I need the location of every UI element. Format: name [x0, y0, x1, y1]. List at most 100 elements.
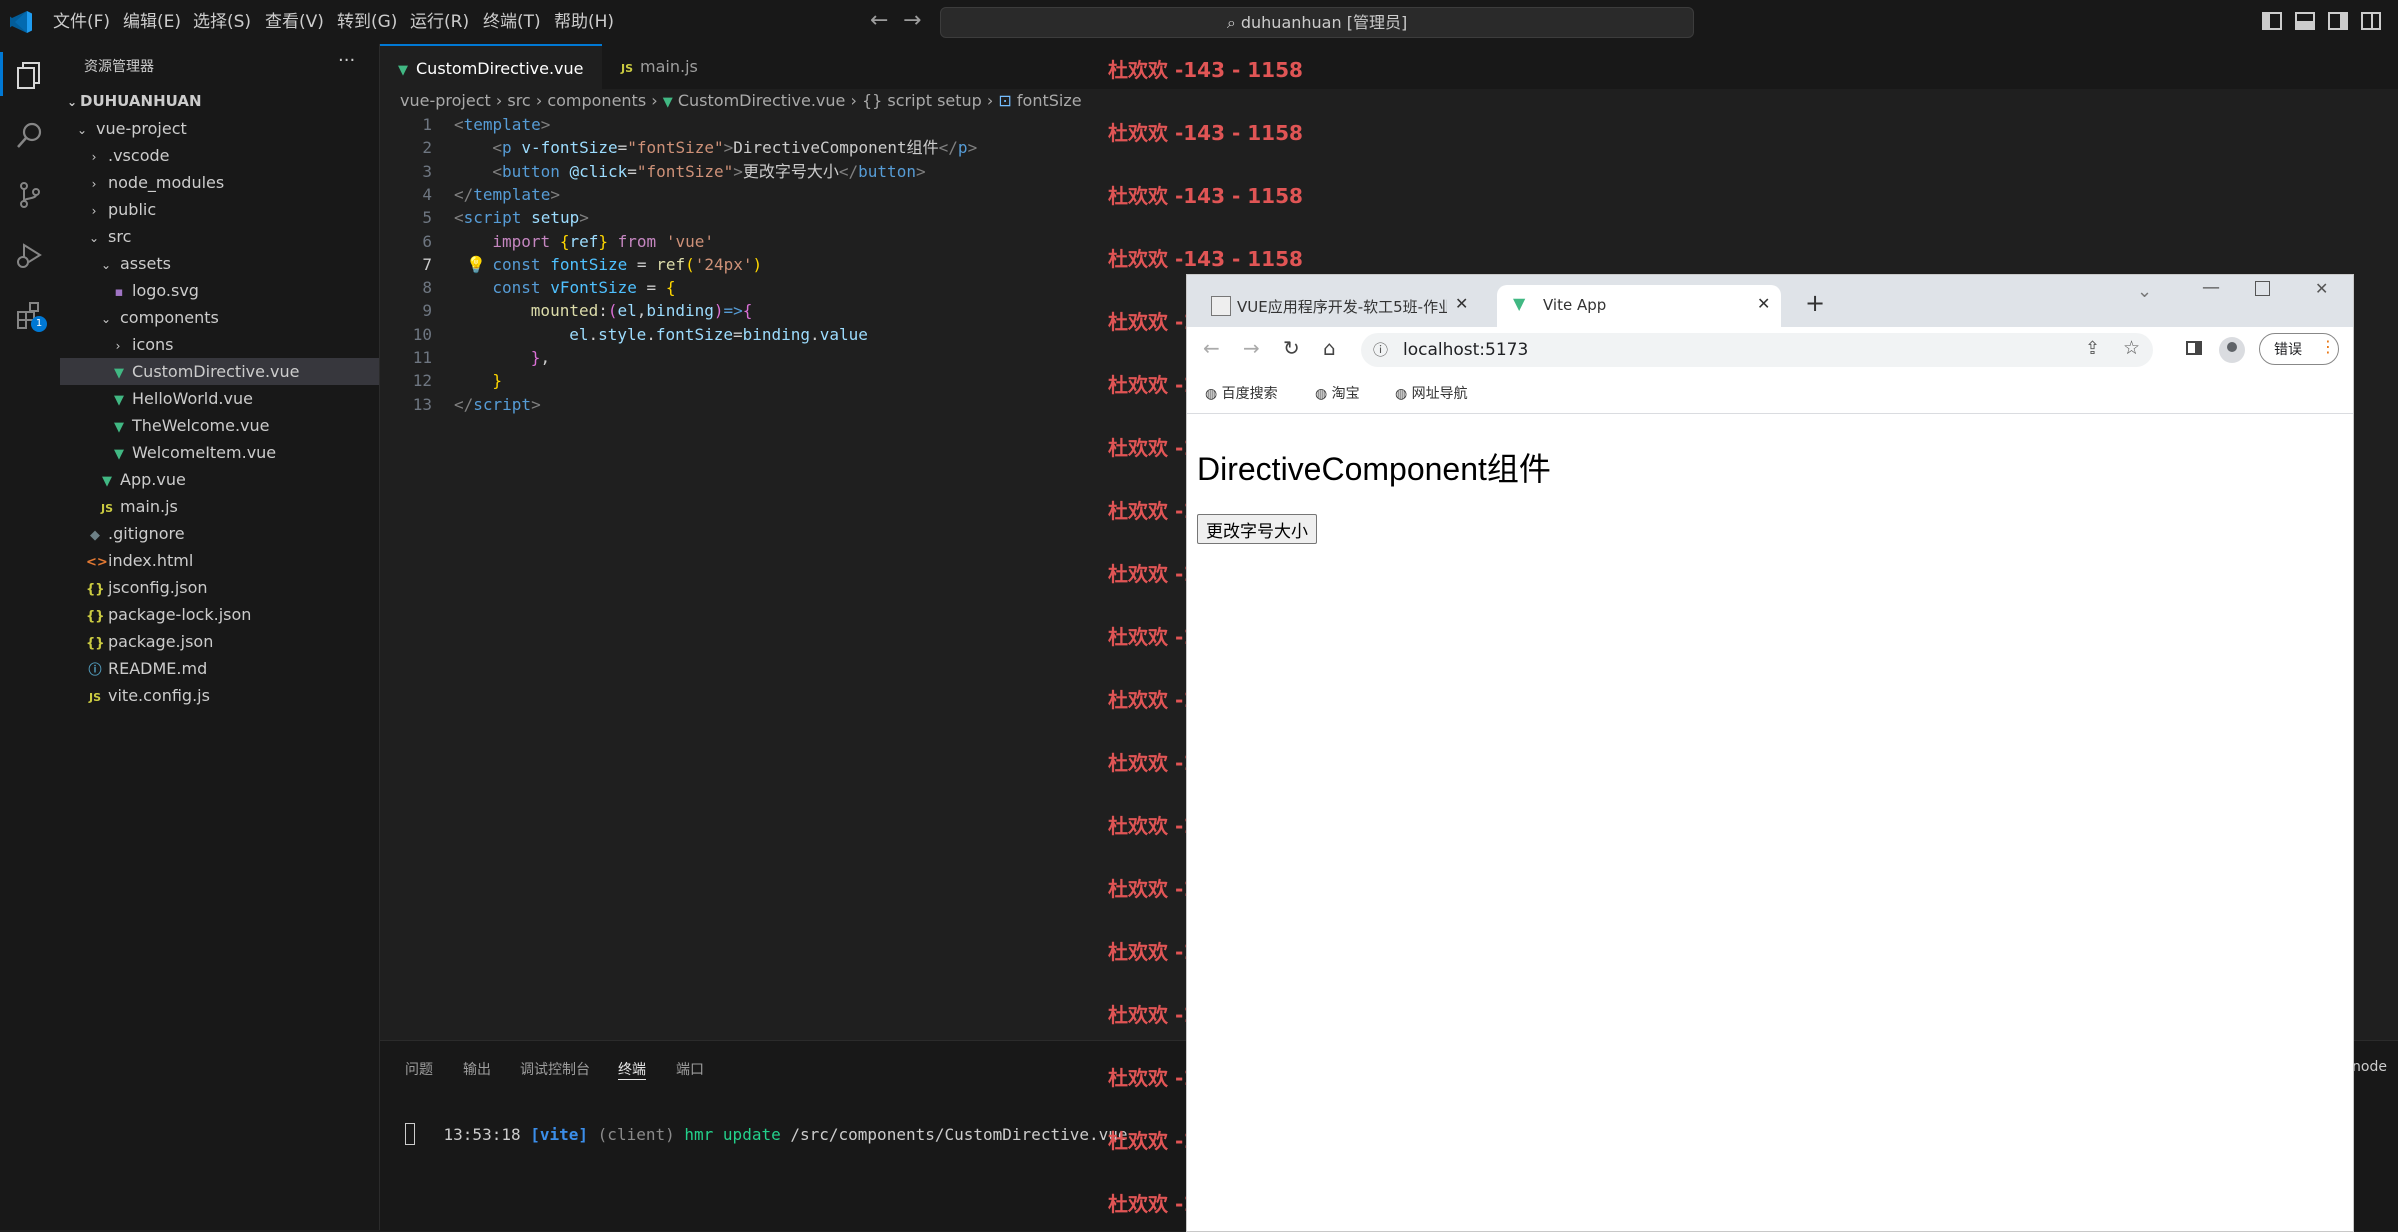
tree-item[interactable]: ⌄ src — [60, 223, 379, 250]
browser-tab-active[interactable]: ▼ Vite App ✕ — [1497, 285, 1781, 327]
tab-debug-console[interactable]: 调试控制台 — [520, 1059, 590, 1079]
toggle-panel-icon[interactable] — [2295, 12, 2315, 30]
globe-icon: ◍ — [1315, 386, 1332, 402]
tree-item[interactable]: › public — [60, 196, 379, 223]
tree-item-label: .vscode — [108, 146, 170, 165]
tree-item[interactable]: {} package-lock.json — [60, 601, 379, 628]
back-arrow-icon[interactable]: ← — [870, 8, 888, 33]
address-bar[interactable]: ⓘ localhost:5173 ⇪ ☆ — [1361, 333, 2153, 367]
breadcrumb-item[interactable]: components — [547, 91, 646, 110]
breadcrumb-item[interactable]: CustomDirective.vue — [678, 91, 846, 110]
menu-selection[interactable]: 选择(S) — [193, 0, 251, 44]
tab-ports[interactable]: 端口 — [676, 1059, 704, 1079]
tree-item[interactable]: ▪ logo.svg — [60, 277, 379, 304]
breadcrumb-item[interactable]: src — [507, 91, 530, 110]
tree-item-label: package.json — [108, 632, 214, 651]
forward-arrow-icon[interactable]: → — [903, 8, 921, 33]
close-icon[interactable]: ✕ — [1757, 294, 1770, 313]
back-icon[interactable]: ← — [1203, 336, 1220, 360]
breadcrumb-item[interactable]: vue-project — [400, 91, 491, 110]
tree-item-label: index.html — [108, 551, 194, 570]
code-token: '24px' — [694, 254, 753, 274]
menu-view[interactable]: 查看(V) — [265, 0, 324, 44]
json-file-icon: {} — [86, 609, 105, 624]
tab-search-icon[interactable]: ⌄ — [2137, 281, 2152, 302]
site-info-icon[interactable]: ⓘ — [1373, 339, 1388, 360]
error-button[interactable]: 错误 ⋮ — [2259, 333, 2339, 365]
bookmark-star-icon[interactable]: ☆ — [2123, 337, 2140, 359]
run-debug-icon[interactable] — [15, 240, 45, 274]
menu-file[interactable]: 文件(F) — [53, 0, 110, 44]
close-icon[interactable]: ✕ — [1455, 294, 1468, 313]
tree-item[interactable]: {} package.json — [60, 628, 379, 655]
tree-item[interactable]: ⓘ README.md — [60, 655, 379, 682]
home-icon[interactable]: ⌂ — [1323, 336, 1336, 360]
tree-item[interactable]: ◆ .gitignore — [60, 520, 379, 547]
tree-item[interactable]: <>index.html — [60, 547, 379, 574]
customize-layout-icon[interactable] — [2361, 12, 2381, 30]
menu-help[interactable]: 帮助(H) — [554, 0, 614, 44]
tree-item[interactable]: › node_modules — [60, 169, 379, 196]
tree-item[interactable]: › icons — [60, 331, 379, 358]
terminal-cursor — [405, 1123, 415, 1145]
maximize-icon[interactable] — [2255, 281, 2270, 296]
browser-toolbar: ← → ↻ ⌂ ⓘ localhost:5173 ⇪ ☆ 错误 ⋮ — [1187, 327, 2353, 373]
tree-item[interactable]: ▼ TheWelcome.vue — [60, 412, 379, 439]
reload-icon[interactable]: ↻ — [1283, 336, 1300, 360]
tree-item[interactable]: ▼ CustomDirective.vue — [60, 358, 379, 385]
code-token: . — [646, 324, 656, 344]
menu-edit[interactable]: 编辑(E) — [123, 0, 181, 44]
menu-dots-icon[interactable]: ⋮ — [2320, 337, 2336, 356]
change-font-size-button[interactable]: 更改字号大小 — [1197, 514, 1317, 544]
js-file-icon: JS — [100, 502, 113, 515]
menu-terminal[interactable]: 终端(T) — [483, 0, 541, 44]
menu-run[interactable]: 运行(R) — [410, 0, 469, 44]
command-center-search[interactable]: ⌕ duhuanhuan [管理员] — [940, 7, 1694, 38]
tree-item[interactable]: ⌄ assets — [60, 250, 379, 277]
code-token: @click — [569, 161, 628, 181]
tree-item[interactable]: JS vite.config.js — [60, 682, 379, 709]
chevron-right-icon: › — [986, 91, 994, 110]
tree-item[interactable]: ▼ HelloWorld.vue — [60, 385, 379, 412]
tree-item[interactable]: ▼ WelcomeItem.vue — [60, 439, 379, 466]
profile-avatar[interactable] — [2219, 337, 2245, 363]
explorer-icon[interactable] — [15, 60, 45, 94]
window-close-icon[interactable]: ✕ — [2315, 279, 2328, 298]
tab-terminal[interactable]: 终端 — [618, 1059, 646, 1080]
lightbulb-icon[interactable]: 💡 — [466, 255, 486, 274]
menu-go[interactable]: 转到(G) — [337, 0, 397, 44]
tree-item[interactable]: JS main.js — [60, 493, 379, 520]
tree-item[interactable]: ⌄ components — [60, 304, 379, 331]
tab-problems[interactable]: 问题 — [405, 1059, 433, 1079]
tree-item[interactable]: {} jsconfig.json — [60, 574, 379, 601]
forward-icon[interactable]: → — [1243, 336, 1260, 360]
terminal-output-line: 13:53:18 [vite] (client) hmr update /src… — [405, 1099, 1128, 1144]
tab-output[interactable]: 输出 — [463, 1059, 491, 1079]
share-icon[interactable]: ⇪ — [2085, 338, 2100, 359]
minimize-icon[interactable]: — — [2202, 277, 2220, 298]
bookmark-item[interactable]: ◍ 网址导航 — [1395, 383, 1468, 403]
bookmark-item[interactable]: ◍ 百度搜索 — [1205, 383, 1278, 403]
search-icon[interactable] — [15, 120, 45, 154]
tab-customdirective[interactable]: ▼CustomDirective.vue ✕ — [380, 44, 602, 125]
new-tab-icon[interactable]: + — [1805, 289, 1825, 317]
toggle-sidebar-icon[interactable] — [2262, 12, 2282, 30]
code-token: p — [957, 138, 968, 158]
tree-item[interactable]: ⌄ vue-project — [60, 115, 379, 142]
source-control-icon[interactable] — [15, 180, 45, 214]
line-number: 12 — [412, 371, 432, 391]
code-token: > — [550, 184, 560, 204]
svg-file-icon: ▪ — [114, 285, 124, 300]
tree-item[interactable]: ▼ App.vue — [60, 466, 379, 493]
tab-main-js[interactable]: JS main.js — [604, 44, 734, 89]
breadcrumb-item[interactable]: {} script setup — [862, 91, 982, 110]
tree-item[interactable]: › .vscode — [60, 142, 379, 169]
bookmark-item[interactable]: ◍ 淘宝 — [1315, 383, 1360, 403]
workspace-root[interactable]: ⌄ DUHUANHUAN — [60, 88, 379, 115]
more-actions-icon[interactable]: ··· — [338, 50, 355, 71]
breadcrumb-item[interactable]: fontSize — [1017, 91, 1082, 110]
browser-tab-inactive[interactable]: VUE应用程序开发-软工5班-作业 ✕ — [1195, 285, 1479, 327]
toggle-secondary-sidebar-icon[interactable] — [2328, 12, 2348, 30]
side-panel-icon[interactable] — [2186, 341, 2202, 355]
extensions-icon[interactable]: 1 — [15, 300, 47, 334]
